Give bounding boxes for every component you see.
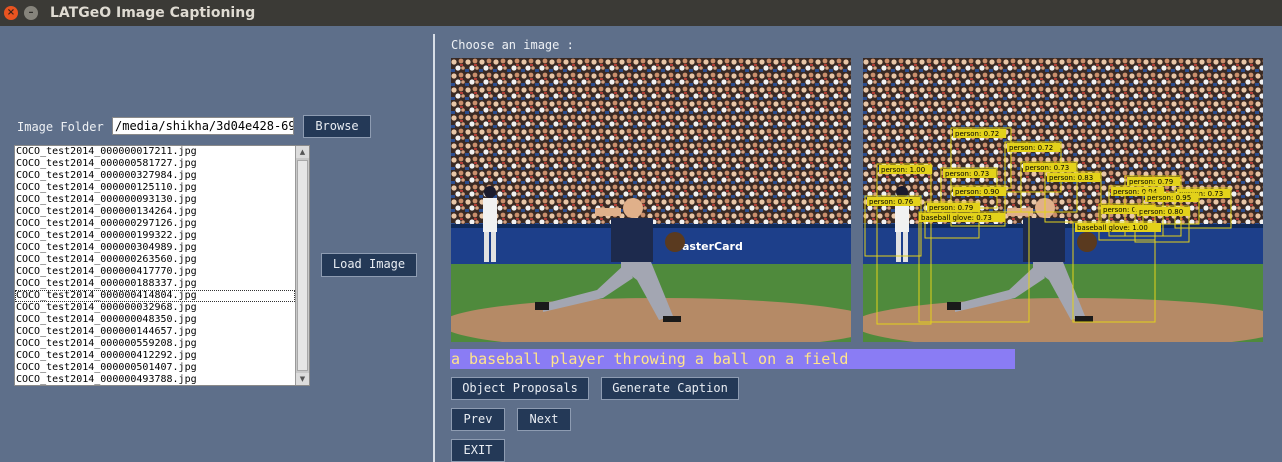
browse-button[interactable]: Browse [303,115,371,138]
file-list-item[interactable]: COCO_test2014_000000327984.jpg [15,170,295,182]
file-list-item[interactable]: COCO_test2014_000000559208.jpg [15,338,295,350]
file-list-item[interactable]: COCO_test2014_000000125110.jpg [15,182,295,194]
file-list-item[interactable]: COCO_test2014_000000188337.jpg [15,278,295,290]
file-list-item[interactable]: COCO_test2014_000000417770.jpg [15,266,295,278]
detection-label: person: 0.79 [1129,178,1173,186]
file-list-item[interactable]: COCO_test2014_000000199322.jpg [15,230,295,242]
load-image-button[interactable]: Load Image [321,253,417,277]
file-list-item[interactable]: COCO_test2014_000000032968.jpg [15,302,295,314]
minimize-icon[interactable]: – [24,6,38,20]
choose-image-label: Choose an image : [451,38,574,52]
detection-label: person: 1.00 [881,166,925,174]
file-list-item[interactable]: COCO_test2014_000000412292.jpg [15,350,295,362]
file-list-item[interactable]: COCO_test2014_000000304989.jpg [15,242,295,254]
file-list-item[interactable]: COCO_test2014_000000093130.jpg [15,194,295,206]
detection-label: person: 0.83 [1049,174,1093,182]
next-button[interactable]: Next [517,408,571,431]
detection-label: baseball glove: 0.73 [921,214,992,222]
scroll-up-arrow-icon[interactable]: ▲ [296,146,309,158]
title-bar: × – LATGeO Image Captioning [0,0,1282,26]
generated-caption: a baseball player throwing a ball on a f… [450,349,1015,369]
scroll-down-arrow-icon[interactable]: ▼ [296,373,309,385]
window-title: LATGeO Image Captioning [50,5,256,21]
detection-label: person: 0.80 [1139,208,1183,216]
file-list-item[interactable]: COCO_test2014_000000263560.jpg [15,254,295,266]
file-list-item[interactable]: COCO_test2014_000000144657.jpg [15,326,295,338]
image-folder-label: Image Folder [17,120,104,134]
file-list-item[interactable]: COCO_test2014_000000581727.jpg [15,158,295,170]
file-list-item[interactable]: COCO_test2014_000000048350.jpg [15,314,295,326]
detection-label: person: 0.90 [955,188,999,196]
scroll-thumb[interactable] [297,160,308,371]
exit-button[interactable]: EXIT [451,439,505,462]
detection-label: baseball glove: 1.00 [1077,224,1148,232]
file-list: COCO_test2014_000000017211.jpg COCO_test2… [15,146,295,385]
prev-button[interactable]: Prev [451,408,505,431]
file-list-item[interactable]: COCO_test2014_000000297126.jpg [15,218,295,230]
detection-label: person: 0.73 [945,170,989,178]
detection-image: person: 0.72 person: 0.72 person: 1.00 pers… [863,58,1263,342]
detection-label: person: 0.79 [929,204,973,212]
file-list-item[interactable]: COCO_test2014_000000501407.jpg [15,362,295,374]
panel-divider [433,34,435,462]
detection-label: person: 0.72 [1009,144,1053,152]
object-proposals-button[interactable]: Object Proposals [451,377,589,400]
file-list-item[interactable]: COCO_test2014_000000493788.jpg [15,374,295,385]
original-image: MasterCard [451,58,851,342]
file-listbox[interactable]: COCO_test2014_000000017211.jpg COCO_test2… [14,145,310,386]
close-icon[interactable]: × [4,6,18,20]
detection-label: person: 0.72 [955,130,999,138]
generate-caption-button[interactable]: Generate Caption [601,377,739,400]
detection-label: person: 0.76 [869,198,914,206]
detection-label: person: 0.73 [1025,164,1069,172]
file-list-item[interactable]: COCO_test2014_000000017211.jpg [15,146,295,158]
file-list-item[interactable]: COCO_test2014_000000134264.jpg [15,206,295,218]
file-list-item[interactable]: COCO_test2014_000000414804.jpg [15,290,295,302]
image-folder-input[interactable]: /media/shikha/3d04e428-69 [112,117,294,135]
detection-label: person: 0.95 [1147,194,1191,202]
list-scrollbar[interactable]: ▲ ▼ [295,146,309,385]
